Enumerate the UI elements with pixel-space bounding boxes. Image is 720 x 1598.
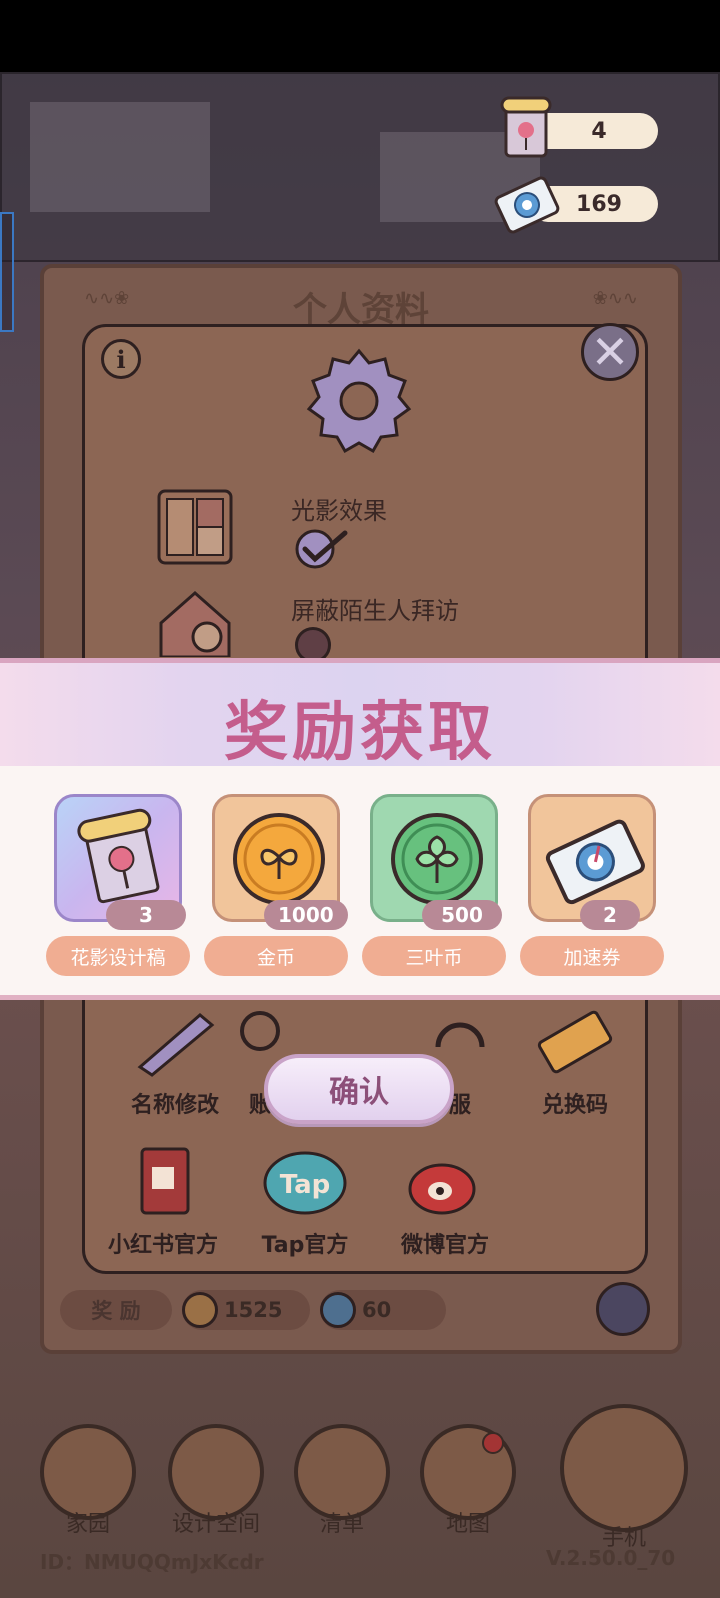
reward-name: 加速券 <box>520 936 664 976</box>
map-notification-dot <box>482 1432 504 1454</box>
light-shadow-icon <box>157 489 233 565</box>
reward-count: 500 <box>422 900 502 930</box>
svg-text:Tap: Tap <box>280 1170 331 1200</box>
reward-count: 2 <box>580 900 640 930</box>
option-tap[interactable]: Tap Tap官方 <box>235 1147 375 1259</box>
title-ornament-right: ❀∿∿ <box>592 288 638 309</box>
reward-name: 金币 <box>204 936 348 976</box>
info-icon[interactable]: i <box>101 339 141 379</box>
reward-tab[interactable]: 奖 励 <box>60 1290 172 1330</box>
red-book-icon <box>140 1147 190 1215</box>
reward-item-speed-ticket[interactable]: 2 加速券 <box>520 794 664 976</box>
coin-icon <box>182 1292 218 1328</box>
checkbox-checked-icon[interactable] <box>293 527 353 571</box>
reward-name: 三叶币 <box>362 936 506 976</box>
weibo-icon <box>408 1163 476 1215</box>
tap-icon: Tap <box>263 1151 347 1215</box>
room-wall <box>30 102 210 212</box>
setting-block-visit-label: 屏蔽陌生人拜访 <box>291 597 459 625</box>
design-draft-count: 4 <box>591 118 607 144</box>
block-visitor-icon <box>159 590 231 657</box>
nav-home-label: 家园 <box>65 1512 110 1537</box>
version-label: V.2.50.0_70 <box>546 1546 676 1570</box>
close-button[interactable]: ✕ <box>581 323 639 381</box>
speed-ticket-count: 169 <box>576 191 622 217</box>
reward-name: 花影设计稿 <box>46 936 190 976</box>
confirm-button[interactable]: 确认 <box>264 1054 454 1124</box>
clover-amount: 60 <box>362 1298 392 1322</box>
nav-design-label: 设计空间 <box>171 1512 260 1537</box>
nav-map-label: 地图 <box>445 1512 490 1537</box>
speed-ticket-icon <box>494 176 560 234</box>
nav-phone-button[interactable] <box>560 1404 688 1532</box>
coin-stat: 1525 <box>182 1290 310 1330</box>
option-weibo[interactable]: 微博官方 <box>375 1147 515 1259</box>
left-edge-tab <box>0 212 14 332</box>
user-id: ID：NMUQQmJxKcdr <box>40 1550 264 1574</box>
ticket-icon <box>537 1010 613 1074</box>
reward-count: 3 <box>106 900 186 930</box>
reward-item-gold-coin[interactable]: 1000 金币 <box>204 794 348 976</box>
reward-banner: 奖励获取 <box>0 658 720 770</box>
option-redeem-code[interactable]: 兑换码 <box>505 1007 645 1119</box>
small-gear-icon[interactable] <box>596 1282 650 1336</box>
option-xiaohongshu[interactable]: 小红书官方 <box>93 1147 233 1259</box>
settings-gear-icon <box>306 348 412 454</box>
design-draft-icon <box>500 96 552 158</box>
reward-item-design-draft[interactable]: 3 花影设计稿 <box>46 794 190 976</box>
reward-count: 1000 <box>264 900 348 930</box>
setting-light-shadow-label: 光影效果 <box>291 497 387 525</box>
nav-list-label: 清单 <box>319 1512 364 1537</box>
clover-stat: 60 <box>320 1290 446 1330</box>
swirl-icon <box>320 1292 356 1328</box>
reward-tab-label: 奖 励 <box>91 1299 141 1323</box>
pencil-icon <box>137 1013 215 1077</box>
coin-amount: 1525 <box>224 1298 283 1322</box>
reward-item-clover-coin[interactable]: 500 三叶币 <box>362 794 506 976</box>
reward-title: 奖励获取 <box>224 696 496 770</box>
